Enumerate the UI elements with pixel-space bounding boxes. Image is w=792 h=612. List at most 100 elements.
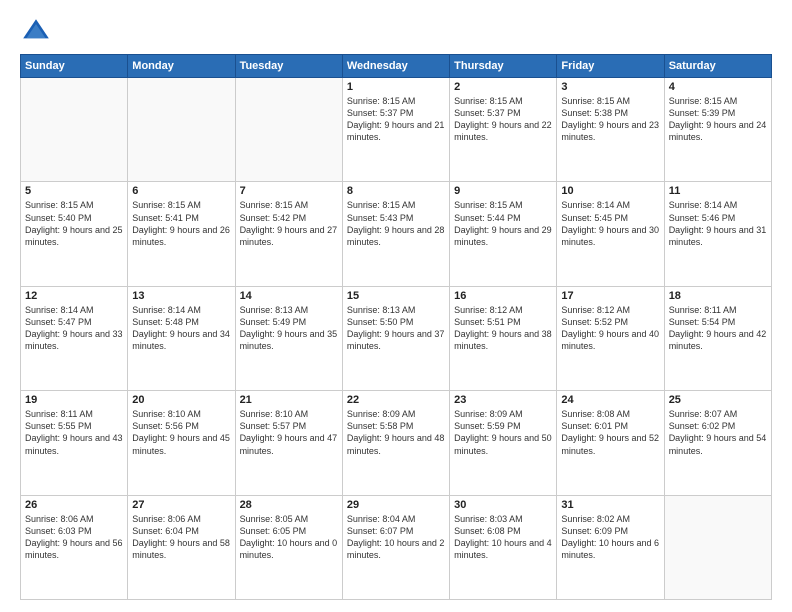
day-number: 7 <box>240 185 338 197</box>
day-detail: Sunrise: 8:03 AMSunset: 6:08 PMDaylight:… <box>454 513 552 562</box>
day-detail: Sunrise: 8:12 AMSunset: 5:52 PMDaylight:… <box>561 304 659 353</box>
calendar-cell: 8 Sunrise: 8:15 AMSunset: 5:43 PMDaylight… <box>342 182 449 286</box>
day-detail: Sunrise: 8:12 AMSunset: 5:51 PMDaylight:… <box>454 304 552 353</box>
day-detail: Sunrise: 8:09 AMSunset: 5:59 PMDaylight:… <box>454 408 552 457</box>
calendar-cell <box>21 78 128 182</box>
calendar-body: 1 Sunrise: 8:15 AMSunset: 5:37 PMDaylight… <box>21 78 772 600</box>
day-detail: Sunrise: 8:14 AMSunset: 5:47 PMDaylight:… <box>25 304 123 353</box>
day-detail: Sunrise: 8:15 AMSunset: 5:44 PMDaylight:… <box>454 199 552 248</box>
day-detail: Sunrise: 8:07 AMSunset: 6:02 PMDaylight:… <box>669 408 767 457</box>
day-number: 6 <box>132 185 230 197</box>
calendar-cell: 31 Sunrise: 8:02 AMSunset: 6:09 PMDayligh… <box>557 495 664 599</box>
header-cell-tuesday: Tuesday <box>235 55 342 78</box>
day-detail: Sunrise: 8:15 AMSunset: 5:39 PMDaylight:… <box>669 95 767 144</box>
header-cell-monday: Monday <box>128 55 235 78</box>
calendar-cell: 17 Sunrise: 8:12 AMSunset: 5:52 PMDayligh… <box>557 286 664 390</box>
week-row-2: 12 Sunrise: 8:14 AMSunset: 5:47 PMDayligh… <box>21 286 772 390</box>
day-detail: Sunrise: 8:15 AMSunset: 5:37 PMDaylight:… <box>347 95 445 144</box>
day-detail: Sunrise: 8:09 AMSunset: 5:58 PMDaylight:… <box>347 408 445 457</box>
week-row-0: 1 Sunrise: 8:15 AMSunset: 5:37 PMDaylight… <box>21 78 772 182</box>
day-number: 14 <box>240 290 338 302</box>
day-number: 16 <box>454 290 552 302</box>
calendar-cell: 29Sunrise: 8:04 AMSunset: 6:07 PMDayligh… <box>342 495 449 599</box>
day-detail: Sunrise: 8:13 AMSunset: 5:49 PMDaylight:… <box>240 304 338 353</box>
day-detail: Sunrise: 8:15 AMSunset: 5:42 PMDaylight:… <box>240 199 338 248</box>
calendar-cell: 27Sunrise: 8:06 AMSunset: 6:04 PMDayligh… <box>128 495 235 599</box>
calendar-cell: 7 Sunrise: 8:15 AMSunset: 5:42 PMDaylight… <box>235 182 342 286</box>
day-number: 30 <box>454 499 552 511</box>
day-detail: Sunrise: 8:15 AMSunset: 5:43 PMDaylight:… <box>347 199 445 248</box>
day-detail: Sunrise: 8:14 AMSunset: 5:46 PMDaylight:… <box>669 199 767 248</box>
header <box>20 16 772 48</box>
calendar-cell: 21Sunrise: 8:10 AMSunset: 5:57 PMDayligh… <box>235 391 342 495</box>
day-number: 17 <box>561 290 659 302</box>
day-number: 25 <box>669 394 767 406</box>
day-detail: Sunrise: 8:10 AMSunset: 5:57 PMDaylight:… <box>240 408 338 457</box>
calendar-table: SundayMondayTuesdayWednesdayThursdayFrid… <box>20 54 772 600</box>
calendar-cell: 13 Sunrise: 8:14 AMSunset: 5:48 PMDayligh… <box>128 286 235 390</box>
day-number: 18 <box>669 290 767 302</box>
calendar-cell: 10 Sunrise: 8:14 AMSunset: 5:45 PMDayligh… <box>557 182 664 286</box>
header-cell-friday: Friday <box>557 55 664 78</box>
calendar-cell: 15 Sunrise: 8:13 AMSunset: 5:50 PMDayligh… <box>342 286 449 390</box>
week-row-4: 26Sunrise: 8:06 AMSunset: 6:03 PMDayligh… <box>21 495 772 599</box>
calendar-cell: 20 Sunrise: 8:10 AMSunset: 5:56 PMDayligh… <box>128 391 235 495</box>
day-detail: Sunrise: 8:14 AMSunset: 5:48 PMDaylight:… <box>132 304 230 353</box>
calendar-cell: 18Sunrise: 8:11 AMSunset: 5:54 PMDayligh… <box>664 286 771 390</box>
day-number: 5 <box>25 185 123 197</box>
calendar-cell: 6Sunrise: 8:15 AMSunset: 5:41 PMDaylight… <box>128 182 235 286</box>
header-cell-wednesday: Wednesday <box>342 55 449 78</box>
header-cell-thursday: Thursday <box>450 55 557 78</box>
day-number: 13 <box>132 290 230 302</box>
calendar-cell: 2 Sunrise: 8:15 AMSunset: 5:37 PMDaylight… <box>450 78 557 182</box>
week-row-3: 19Sunrise: 8:11 AMSunset: 5:55 PMDayligh… <box>21 391 772 495</box>
day-number: 19 <box>25 394 123 406</box>
calendar-cell: 24Sunrise: 8:08 AMSunset: 6:01 PMDayligh… <box>557 391 664 495</box>
day-number: 4 <box>669 81 767 93</box>
calendar-cell: 23 Sunrise: 8:09 AMSunset: 5:59 PMDayligh… <box>450 391 557 495</box>
day-detail: Sunrise: 8:14 AMSunset: 5:45 PMDaylight:… <box>561 199 659 248</box>
calendar-cell: 9Sunrise: 8:15 AMSunset: 5:44 PMDaylight… <box>450 182 557 286</box>
day-detail: Sunrise: 8:15 AMSunset: 5:40 PMDaylight:… <box>25 199 123 248</box>
day-number: 22 <box>347 394 445 406</box>
calendar-cell: 28Sunrise: 8:05 AMSunset: 6:05 PMDayligh… <box>235 495 342 599</box>
day-detail: Sunrise: 8:10 AMSunset: 5:56 PMDaylight:… <box>132 408 230 457</box>
logo <box>20 16 56 48</box>
calendar-cell: 30 Sunrise: 8:03 AMSunset: 6:08 PMDayligh… <box>450 495 557 599</box>
day-detail: Sunrise: 8:04 AMSunset: 6:07 PMDaylight:… <box>347 513 445 562</box>
calendar-cell <box>128 78 235 182</box>
day-number: 3 <box>561 81 659 93</box>
header-row: SundayMondayTuesdayWednesdayThursdayFrid… <box>21 55 772 78</box>
page: SundayMondayTuesdayWednesdayThursdayFrid… <box>0 0 792 612</box>
day-number: 20 <box>132 394 230 406</box>
calendar-cell: 1 Sunrise: 8:15 AMSunset: 5:37 PMDaylight… <box>342 78 449 182</box>
day-number: 8 <box>347 185 445 197</box>
day-detail: Sunrise: 8:13 AMSunset: 5:50 PMDaylight:… <box>347 304 445 353</box>
calendar-cell: 14 Sunrise: 8:13 AMSunset: 5:49 PMDayligh… <box>235 286 342 390</box>
calendar-cell: 3Sunrise: 8:15 AMSunset: 5:38 PMDaylight… <box>557 78 664 182</box>
day-detail: Sunrise: 8:02 AMSunset: 6:09 PMDaylight:… <box>561 513 659 562</box>
calendar-cell: 22 Sunrise: 8:09 AMSunset: 5:58 PMDayligh… <box>342 391 449 495</box>
calendar-cell: 19Sunrise: 8:11 AMSunset: 5:55 PMDayligh… <box>21 391 128 495</box>
day-detail: Sunrise: 8:06 AMSunset: 6:03 PMDaylight:… <box>25 513 123 562</box>
day-detail: Sunrise: 8:15 AMSunset: 5:37 PMDaylight:… <box>454 95 552 144</box>
day-detail: Sunrise: 8:05 AMSunset: 6:05 PMDaylight:… <box>240 513 338 562</box>
day-detail: Sunrise: 8:06 AMSunset: 6:04 PMDaylight:… <box>132 513 230 562</box>
calendar-cell <box>664 495 771 599</box>
calendar-cell: 5 Sunrise: 8:15 AMSunset: 5:40 PMDaylight… <box>21 182 128 286</box>
calendar-cell: 16 Sunrise: 8:12 AMSunset: 5:51 PMDayligh… <box>450 286 557 390</box>
day-number: 10 <box>561 185 659 197</box>
calendar-cell: 11 Sunrise: 8:14 AMSunset: 5:46 PMDayligh… <box>664 182 771 286</box>
day-number: 12 <box>25 290 123 302</box>
day-number: 11 <box>669 185 767 197</box>
day-number: 2 <box>454 81 552 93</box>
day-number: 1 <box>347 81 445 93</box>
calendar-cell: 4 Sunrise: 8:15 AMSunset: 5:39 PMDaylight… <box>664 78 771 182</box>
day-number: 15 <box>347 290 445 302</box>
day-number: 31 <box>561 499 659 511</box>
day-number: 23 <box>454 394 552 406</box>
week-row-1: 5 Sunrise: 8:15 AMSunset: 5:40 PMDaylight… <box>21 182 772 286</box>
calendar-header: SundayMondayTuesdayWednesdayThursdayFrid… <box>21 55 772 78</box>
header-cell-saturday: Saturday <box>664 55 771 78</box>
calendar-cell <box>235 78 342 182</box>
